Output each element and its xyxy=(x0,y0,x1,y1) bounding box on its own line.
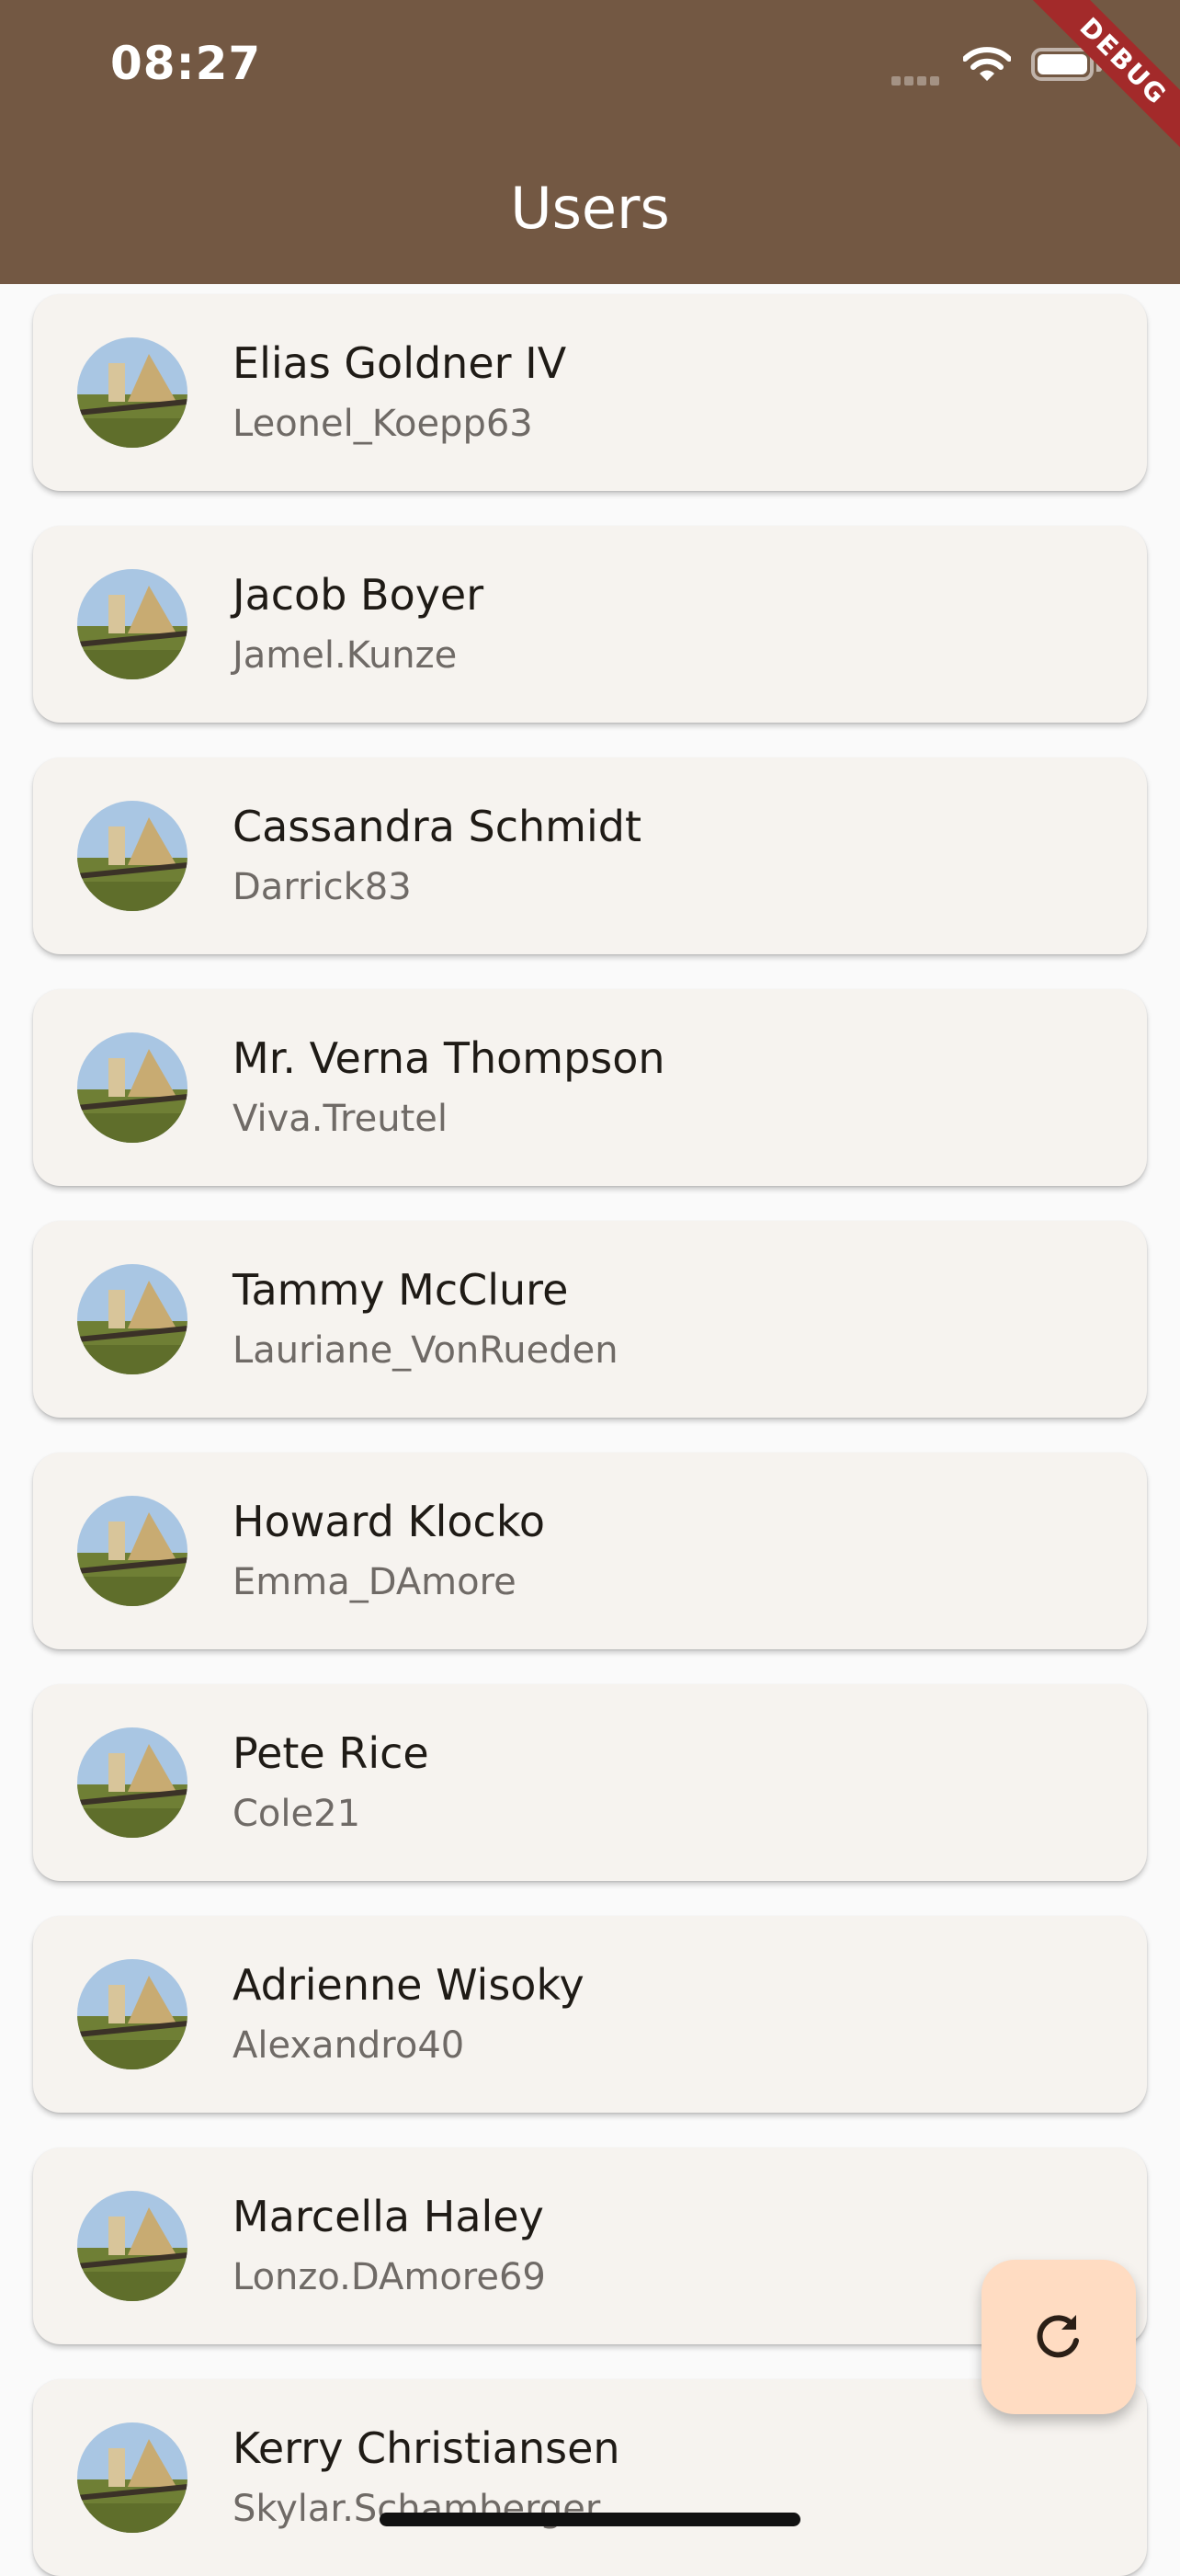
refresh-icon xyxy=(1033,2309,1084,2365)
avatar xyxy=(77,2422,187,2533)
user-username: Lauriane_VonRueden xyxy=(233,1329,618,1372)
avatar xyxy=(77,1032,187,1143)
signal-icon xyxy=(891,72,943,89)
home-indicator xyxy=(380,2513,800,2526)
user-username: Leonel_Koepp63 xyxy=(233,403,533,445)
user-name: Howard Klocko xyxy=(233,1497,545,1546)
user-name: Marcella Haley xyxy=(233,2192,544,2241)
user-name: Tammy McClure xyxy=(233,1265,569,1315)
user-card[interactable]: Cassandra Schmidt Darrick83 xyxy=(33,758,1147,954)
user-username: Cole21 xyxy=(233,1793,361,1835)
user-name: Mr. Verna Thompson xyxy=(233,1033,665,1083)
wifi-icon xyxy=(962,46,1012,86)
user-name: Pete Rice xyxy=(233,1728,429,1778)
user-card[interactable]: Adrienne Wisoky Alexandro40 xyxy=(33,1916,1147,2113)
user-name: Adrienne Wisoky xyxy=(233,1960,584,2010)
user-username: Emma_DAmore xyxy=(233,1561,516,1603)
avatar xyxy=(77,1264,187,1374)
user-name: Kerry Christiansen xyxy=(233,2423,620,2473)
user-username: Viva.Treutel xyxy=(233,1098,448,1140)
user-card[interactable]: Kerry Christiansen Skylar.Schamberger xyxy=(33,2379,1147,2576)
status-time: 08:27 xyxy=(110,37,262,90)
avatar xyxy=(77,569,187,679)
app-bar: 08:27 Users DEBUG xyxy=(0,0,1180,284)
avatar xyxy=(77,1496,187,1606)
user-username: Jamel.Kunze xyxy=(233,634,458,677)
user-name: Jacob Boyer xyxy=(233,570,484,620)
user-card[interactable]: Elias Goldner IV Leonel_Koepp63 xyxy=(33,294,1147,491)
user-username: Alexandro40 xyxy=(233,2024,465,2067)
user-card[interactable]: Howard Klocko Emma_DAmore xyxy=(33,1453,1147,1649)
user-card[interactable]: Pete Rice Cole21 xyxy=(33,1684,1147,1881)
user-card[interactable]: Marcella Haley Lonzo.DAmore69 xyxy=(33,2148,1147,2344)
user-card[interactable]: Jacob Boyer Jamel.Kunze xyxy=(33,526,1147,723)
refresh-button[interactable] xyxy=(981,2260,1136,2414)
user-name: Elias Goldner IV xyxy=(233,338,567,388)
avatar xyxy=(77,2191,187,2301)
user-card[interactable]: Mr. Verna Thompson Viva.Treutel xyxy=(33,989,1147,1186)
avatar xyxy=(77,337,187,448)
user-card[interactable]: Tammy McClure Lauriane_VonRueden xyxy=(33,1221,1147,1418)
avatar xyxy=(77,801,187,911)
avatar xyxy=(77,1959,187,2069)
user-username: Darrick83 xyxy=(233,866,412,908)
avatar xyxy=(77,1727,187,1838)
user-name: Cassandra Schmidt xyxy=(233,802,641,851)
page-title: Users xyxy=(510,175,670,242)
battery-icon xyxy=(1031,48,1094,81)
user-username: Lonzo.DAmore69 xyxy=(233,2256,546,2298)
